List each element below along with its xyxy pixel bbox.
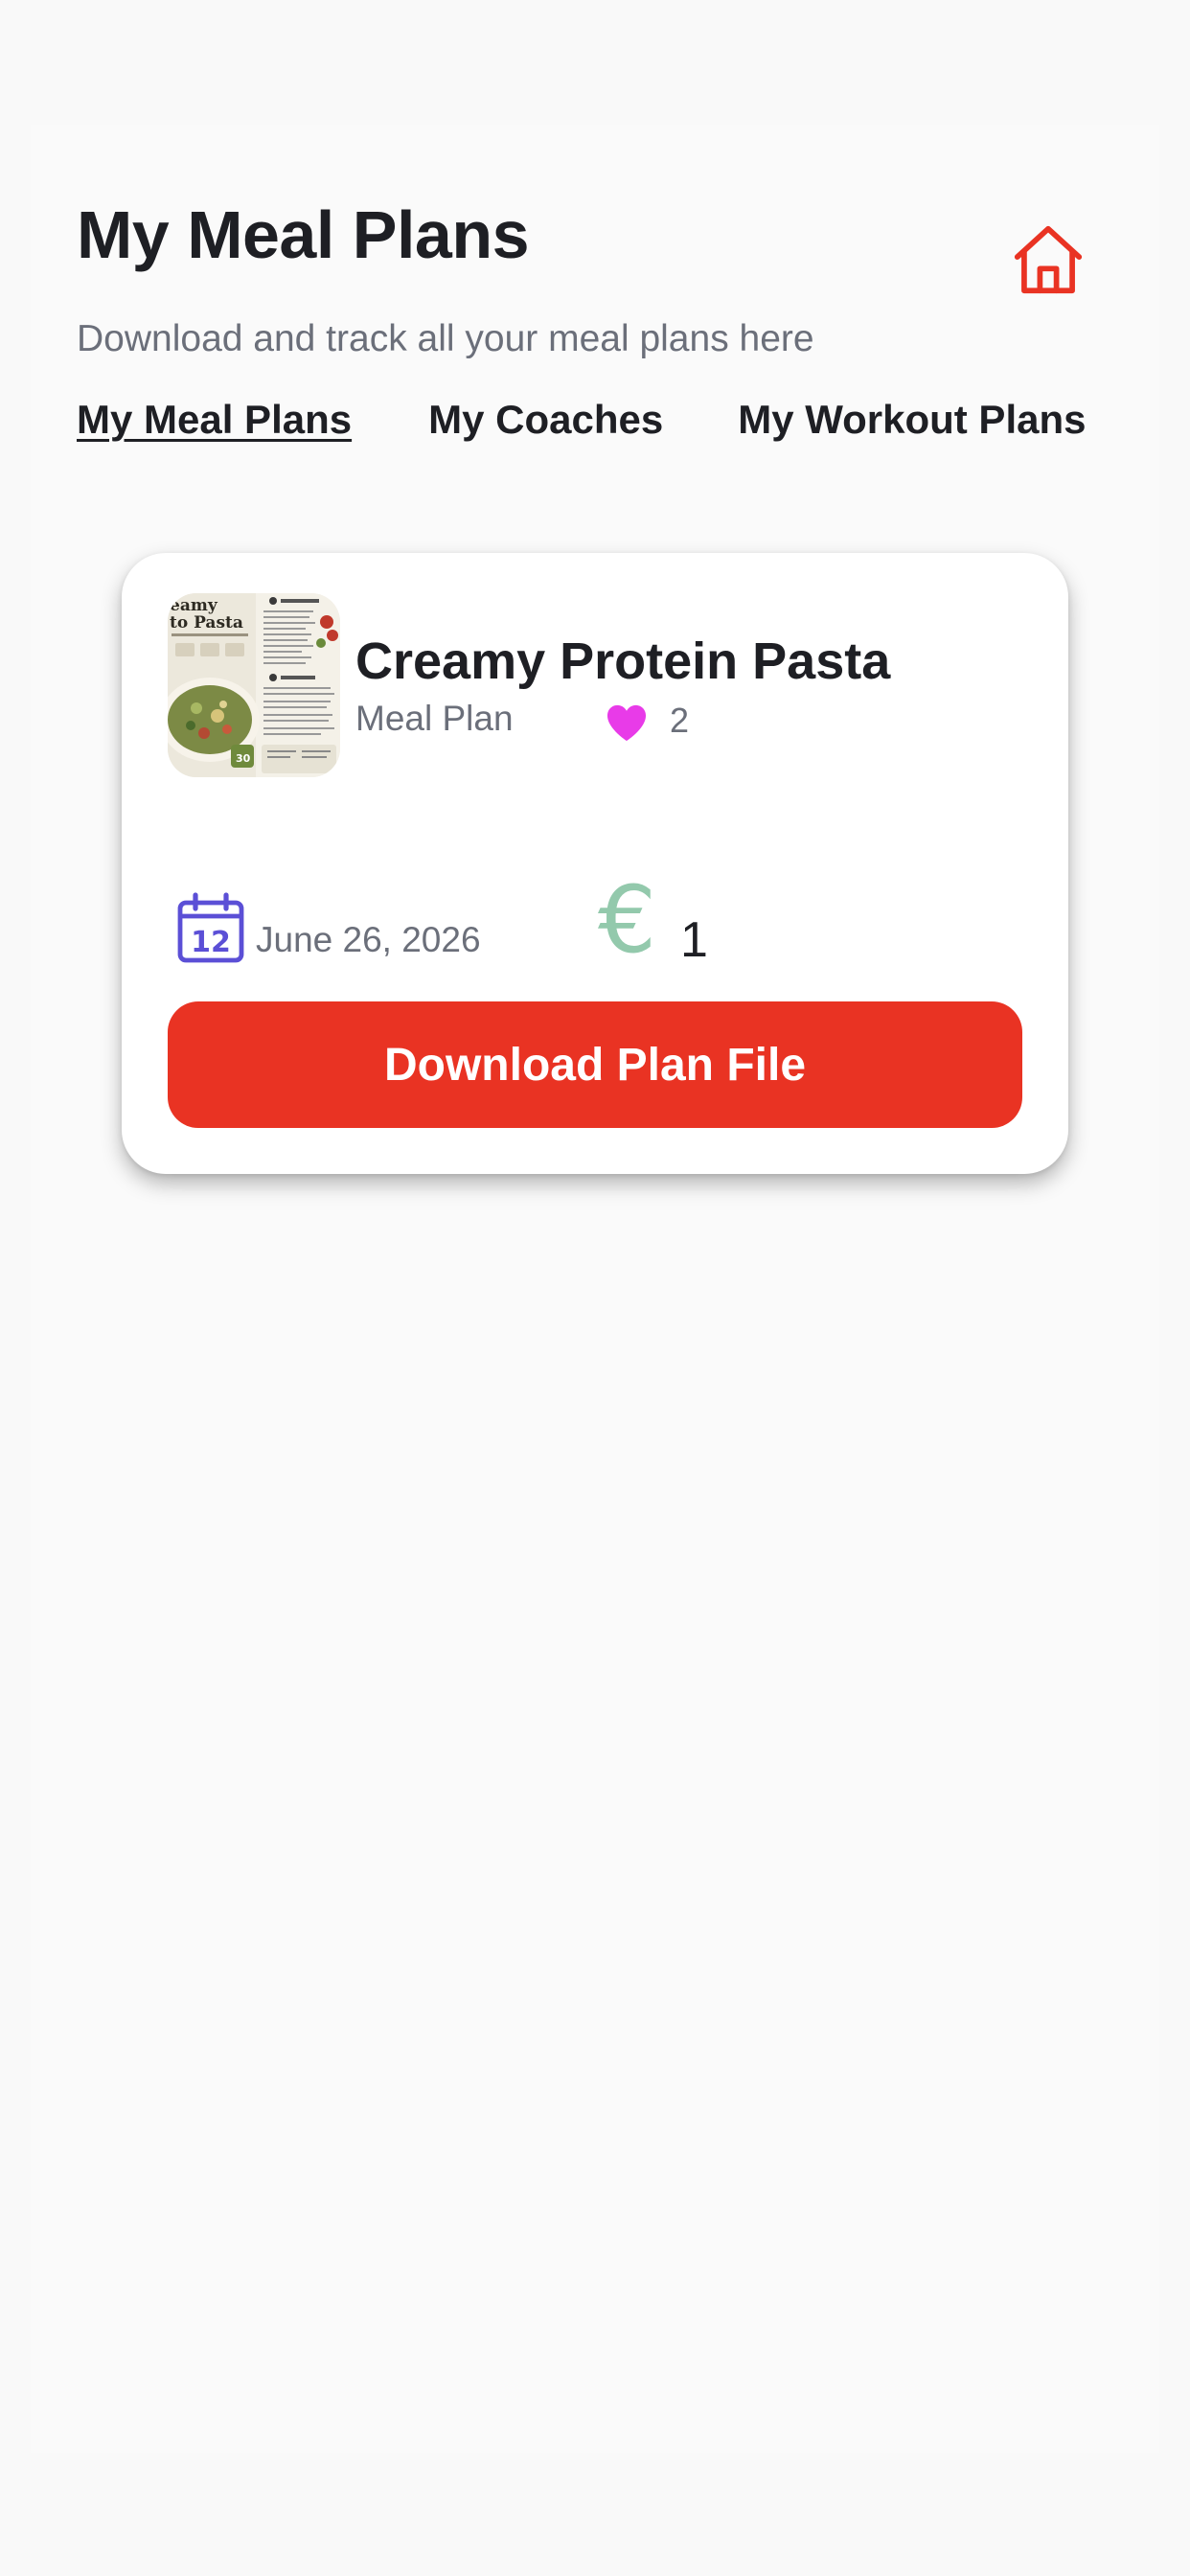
tab-my-workout-plans[interactable]: My Workout Plans — [738, 397, 1086, 443]
svg-text:30: 30 — [236, 752, 251, 765]
svg-text:eamy: eamy — [170, 596, 218, 615]
svg-text:to Pasta: to Pasta — [170, 613, 243, 632]
calendar-icon: 12 — [177, 892, 244, 963]
home-icon — [1014, 225, 1083, 294]
heart-icon[interactable] — [605, 702, 649, 743]
meal-plan-date: June 26, 2026 — [256, 920, 481, 959]
page-subtitle: Download and track all your meal plans h… — [77, 318, 814, 359]
content-panel — [31, 125, 1159, 2453]
euro-icon: € — [598, 866, 657, 974]
meal-plan-price: 1 — [680, 912, 708, 968]
page-title: My Meal Plans — [77, 197, 530, 272]
tab-my-meal-plans[interactable]: My Meal Plans — [77, 397, 352, 443]
screen: My Meal Plans Download and track all you… — [0, 0, 1190, 2576]
meal-plan-title: Creamy Protein Pasta — [355, 632, 891, 690]
meal-plan-thumbnail: eamy to Pasta 30 — [168, 593, 340, 777]
calendar-day: 12 — [191, 926, 231, 959]
download-plan-button[interactable]: Download Plan File — [168, 1001, 1022, 1128]
home-button[interactable] — [1004, 216, 1092, 304]
meal-plan-card[interactable]: eamy to Pasta 30 Creamy Protein Pasta Me… — [122, 553, 1068, 1174]
like-count: 2 — [670, 701, 690, 740]
meal-plan-type: Meal Plan — [355, 699, 514, 738]
tab-bar: My Meal Plans My Coaches My Workout Plan… — [77, 391, 1086, 448]
tab-my-coaches[interactable]: My Coaches — [428, 397, 663, 443]
